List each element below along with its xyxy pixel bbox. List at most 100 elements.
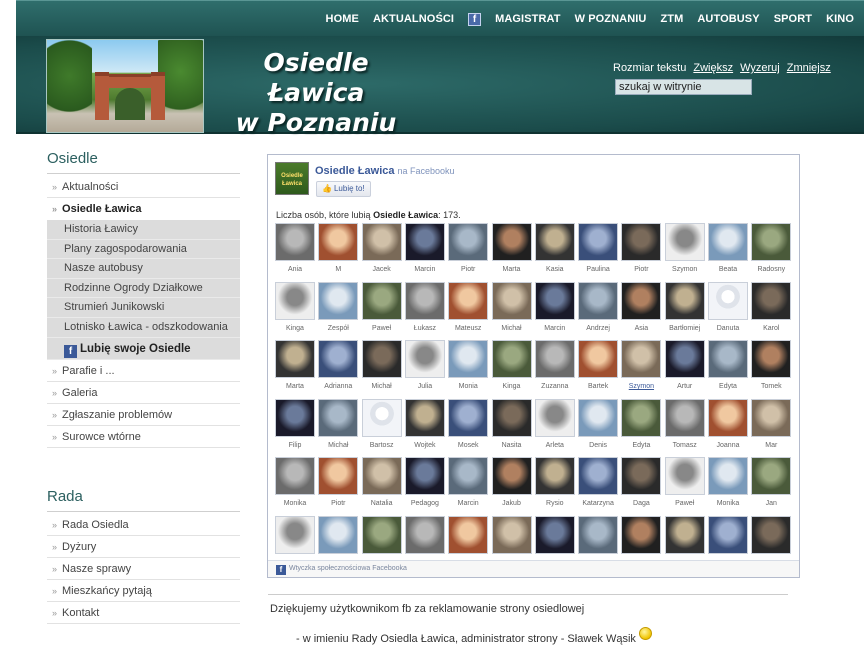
fan-name[interactable]: Szymon: [621, 382, 661, 391]
fan-name[interactable]: Tomek: [751, 382, 791, 391]
fan-name[interactable]: Michał: [318, 441, 358, 450]
fan-profile[interactable]: Paulina: [578, 223, 619, 277]
sidebar-item-parafie[interactable]: » Parafie i ...: [47, 360, 240, 382]
fan-profile[interactable]: Karol: [751, 281, 792, 336]
fan-profile[interactable]: Jakub: [491, 457, 532, 511]
fan-profile[interactable]: Monia: [448, 340, 489, 394]
fan-name[interactable]: Asia: [621, 324, 661, 333]
fan-name[interactable]: Zuzanna: [535, 382, 575, 391]
sidebar-item-dyzury[interactable]: » Dyżury: [47, 536, 240, 558]
fan-name[interactable]: Denis: [578, 441, 618, 450]
fan-name[interactable]: Monika: [708, 499, 748, 508]
fan-name[interactable]: Szymon: [665, 265, 705, 274]
fan-profile[interactable]: Paweł: [664, 457, 705, 511]
fan-profile[interactable]: Rysio: [534, 457, 575, 511]
site-title[interactable]: Osiedle Ławica w Poznaniu: [216, 48, 416, 138]
fan-profile[interactable]: Piotr: [621, 223, 662, 277]
fan-name[interactable]: Kinga: [275, 324, 315, 333]
fan-name[interactable]: Wojtek: [405, 441, 445, 450]
fan-profile[interactable]: Mosek: [448, 398, 489, 453]
sidebar-item-zglaszanie[interactable]: » Zgłaszanie problemów: [47, 404, 240, 426]
fan-name[interactable]: Daga: [621, 499, 661, 508]
fan-name[interactable]: Zespół: [318, 324, 358, 333]
fan-name[interactable]: Michał: [362, 382, 402, 391]
fan-name[interactable]: Bartek: [578, 382, 618, 391]
fan-name[interactable]: Katarzyna: [578, 499, 618, 508]
nav-home[interactable]: HOME: [326, 13, 359, 25]
fan-profile[interactable]: Paweł: [361, 281, 402, 336]
fan-name[interactable]: Rysio: [535, 499, 575, 508]
fan-profile[interactable]: Monika: [708, 457, 748, 511]
fan-name[interactable]: Nasita: [492, 441, 532, 450]
fan-name[interactable]: Łukasz: [405, 324, 445, 333]
fan-profile[interactable]: Bartek: [578, 340, 619, 394]
fan-name[interactable]: M: [318, 265, 358, 274]
fan-profile[interactable]: Michał: [361, 340, 402, 394]
sidebar-item-aktualnosci[interactable]: » Aktualności: [47, 176, 240, 198]
fan-name[interactable]: Natalia: [362, 499, 402, 508]
fan-name[interactable]: Karol: [751, 324, 791, 333]
fan-profile[interactable]: Michał: [318, 398, 359, 453]
sidebar-item-kontakt[interactable]: » Kontakt: [47, 602, 240, 624]
fan-name[interactable]: Radosny: [751, 265, 791, 274]
fan-name[interactable]: Paulina: [578, 265, 618, 274]
fan-profile[interactable]: Szymon: [621, 340, 662, 394]
fan-profile[interactable]: Katarzyna: [578, 457, 619, 511]
text-size-increase[interactable]: Zwiększ: [693, 62, 733, 74]
fan-profile[interactable]: Monika: [275, 457, 315, 511]
fan-profile[interactable]: Tomasz: [664, 398, 705, 453]
fan-name[interactable]: Ania: [275, 265, 315, 274]
fan-profile[interactable]: Ania: [275, 223, 315, 277]
fan-profile[interactable]: Mateusz: [448, 281, 489, 336]
nav-kino[interactable]: KINO: [826, 13, 854, 25]
fan-name[interactable]: Tomasz: [665, 441, 705, 450]
fan-name[interactable]: Marta: [492, 265, 532, 274]
fan-profile[interactable]: Zuzanna: [534, 340, 575, 394]
nav-ztm[interactable]: ZTM: [660, 13, 683, 25]
fan-name[interactable]: Monia: [448, 382, 488, 391]
fan-profile[interactable]: Piotr: [448, 223, 489, 277]
fan-name[interactable]: Edyta: [708, 382, 748, 391]
fan-profile[interactable]: Artur: [664, 340, 705, 394]
fan-profile[interactable]: Marcin: [404, 223, 445, 277]
fan-name[interactable]: Pedagog: [405, 499, 445, 508]
submenu-item-strumien[interactable]: Strumień Junikowski: [47, 298, 240, 318]
fan-name[interactable]: Monika: [275, 499, 315, 508]
fan-profile[interactable]: Julia: [404, 340, 445, 394]
fan-profile[interactable]: Adrianna: [318, 340, 359, 394]
fan-name[interactable]: Beata: [708, 265, 748, 274]
fan-name[interactable]: Piotr: [448, 265, 488, 274]
fan-profile[interactable]: Marcin: [448, 457, 489, 511]
text-size-reset[interactable]: Wyzeruj: [740, 62, 780, 74]
sidebar-item-osiedle-lawica[interactable]: » Osiedle Ławica: [47, 198, 240, 220]
like-button[interactable]: 👍 Lubię to!: [316, 181, 371, 197]
fan-name[interactable]: Bartosz: [362, 441, 402, 450]
fan-profile[interactable]: Wojtek: [404, 398, 445, 453]
fan-profile[interactable]: Filip: [275, 398, 315, 453]
fan-name[interactable]: Mar: [751, 441, 791, 450]
nav-w-poznaniu[interactable]: W POZNANIU: [575, 13, 647, 25]
fan-profile[interactable]: M: [318, 223, 359, 277]
fan-name[interactable]: Kasia: [535, 265, 575, 274]
fan-profile[interactable]: Kasia: [534, 223, 575, 277]
fan-profile[interactable]: Kinga: [275, 281, 315, 336]
fan-profile[interactable]: Edyta: [708, 340, 748, 394]
fan-name[interactable]: Marcin: [448, 499, 488, 508]
fan-profile[interactable]: Daga: [621, 457, 662, 511]
fan-name[interactable]: Paweł: [362, 324, 402, 333]
fan-profile[interactable]: Beata: [708, 223, 748, 277]
fan-name[interactable]: Arleta: [535, 441, 575, 450]
fan-profile[interactable]: Denis: [578, 398, 619, 453]
submenu-item-lubie[interactable]: f Lubię swoje Osiedle: [47, 338, 240, 360]
fan-profile[interactable]: Pedagog: [404, 457, 445, 511]
sidebar-item-mieszkancy[interactable]: » Mieszkańcy pytają: [47, 580, 240, 602]
sidebar-item-surowce[interactable]: » Surowce wtórne: [47, 426, 240, 448]
fan-name[interactable]: Paweł: [665, 499, 705, 508]
fan-name[interactable]: Danuta: [708, 324, 748, 333]
fan-profile[interactable]: Edyta: [621, 398, 662, 453]
submenu-item-ogrody[interactable]: Rodzinne Ogrody Działkowe: [47, 279, 240, 299]
fan-name[interactable]: Julia: [405, 382, 445, 391]
fan-profile[interactable]: Asia: [621, 281, 662, 336]
fan-profile[interactable]: Natalia: [361, 457, 402, 511]
fan-profile[interactable]: Bartosz: [361, 398, 402, 453]
